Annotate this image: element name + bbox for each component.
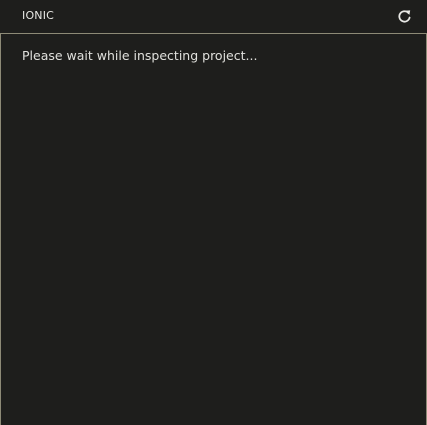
panel-header: IONIC bbox=[0, 0, 427, 33]
refresh-icon[interactable] bbox=[396, 8, 413, 25]
ionic-panel: IONIC Please wait while inspecting proje… bbox=[0, 0, 427, 425]
panel-content: Please wait while inspecting project... bbox=[0, 33, 427, 425]
status-message: Please wait while inspecting project... bbox=[22, 48, 258, 63]
panel-title: IONIC bbox=[22, 9, 55, 22]
refresh-icon-glyph bbox=[398, 10, 411, 23]
